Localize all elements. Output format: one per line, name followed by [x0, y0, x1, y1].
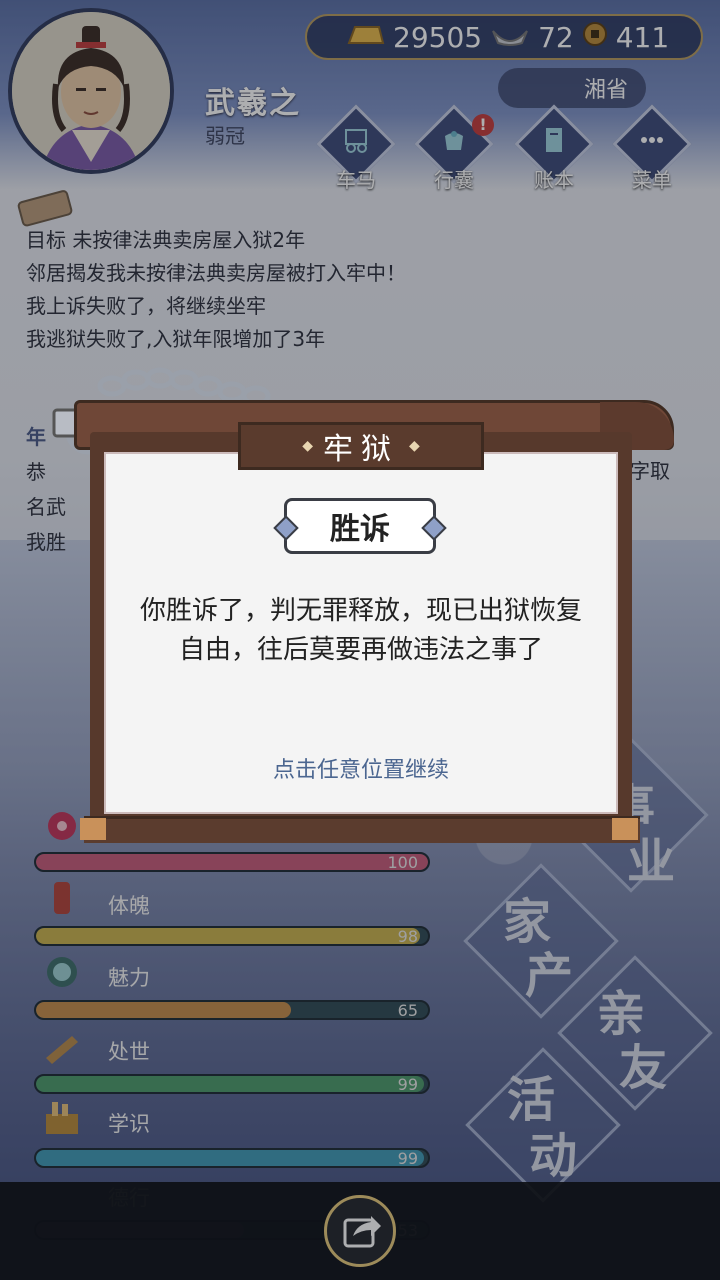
- modal-bottom-beam: [84, 816, 640, 843]
- modal-message: 你胜诉了，判无罪释放，现已出狱恢复自由，往后莫要再做违法之事了: [139, 596, 582, 665]
- result-tag: 胜诉: [284, 498, 436, 554]
- modal-title: ◆ 牢狱 ◆: [238, 422, 484, 470]
- continue-hint[interactable]: 点击任意位置继续: [104, 752, 618, 784]
